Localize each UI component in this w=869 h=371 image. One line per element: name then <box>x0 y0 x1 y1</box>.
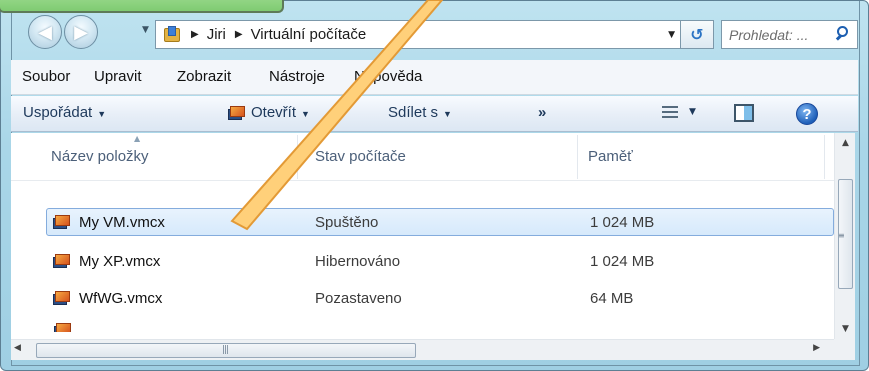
search-placeholder: Prohledat: ... <box>729 26 809 43</box>
vm-state: Spuštěno <box>315 214 379 231</box>
breadcrumb-separator-icon[interactable]: ▶ <box>191 29 199 40</box>
virtual-machine-icon <box>228 106 246 120</box>
file-list: ▲ Název položky Stav počítače Paměť My V… <box>11 133 834 339</box>
refresh-icon: ↺ <box>690 25 704 44</box>
column-header-state[interactable]: Stav počítače <box>315 148 406 165</box>
file-name: WfWG.vmcx <box>79 290 163 307</box>
virtual-machine-icon <box>53 291 71 306</box>
virtual-pc-folder-icon <box>164 26 182 43</box>
file-name: My XP.vmcx <box>79 253 161 270</box>
table-row[interactable]: My XP.vmcx Hibernováno 1 024 MB <box>11 248 834 276</box>
share-button[interactable]: Sdílet s ▼ <box>388 104 452 121</box>
column-header-memory[interactable]: Paměť <box>588 148 633 165</box>
horizontal-scrollbar[interactable]: ◀ ||| ▶ <box>11 339 834 360</box>
navigation-row: ◀ ▶ ▼ ▶ Jiri ▶ Virtuální počítače ▼ ↺ Pr… <box>18 15 858 51</box>
menu-item-help[interactable]: Nápověda <box>354 68 422 85</box>
scroll-right-icon[interactable]: ▶ <box>813 343 820 353</box>
open-label: Otevřít <box>251 104 297 121</box>
table-row[interactable]: WfWG.vmcx Pozastaveno 64 MB <box>11 285 834 313</box>
share-label: Sdílet s <box>388 104 439 121</box>
menu-item-edit[interactable]: Upravit <box>94 68 142 85</box>
open-button[interactable]: Otevřít ▼ <box>251 104 310 121</box>
virtual-machine-icon <box>53 254 71 269</box>
vm-state: Hibernováno <box>315 253 401 270</box>
recent-pages-dropdown[interactable]: ▼ <box>142 25 149 35</box>
scroll-left-icon[interactable]: ◀ <box>14 343 21 353</box>
more-commands-button[interactable]: » <box>538 104 546 121</box>
chevron-down-icon: ▼ <box>301 109 310 119</box>
help-icon[interactable]: ? <box>796 103 818 125</box>
command-bar: Uspořádat ▼ Otevřít ▼ Sdílet s ▼ » ▼ ? <box>11 96 858 132</box>
column-divider[interactable] <box>577 135 578 179</box>
size-grip[interactable] <box>834 339 855 360</box>
virtual-machine-icon <box>53 215 71 230</box>
search-icon[interactable] <box>835 26 851 42</box>
preview-pane-icon[interactable] <box>734 104 754 122</box>
vertical-scrollbar[interactable]: ▲ ≡ ▼ <box>834 133 855 339</box>
grip-icon: ||| <box>222 345 229 355</box>
column-divider[interactable] <box>824 135 825 179</box>
breadcrumb-jiri[interactable]: Jiri <box>207 26 226 43</box>
sort-ascending-icon: ▲ <box>134 134 141 143</box>
column-header-name[interactable]: Název položky <box>51 148 149 165</box>
column-divider[interactable] <box>297 135 298 179</box>
menu-bar: Soubor Upravit Zobrazit Nástroje Nápověd… <box>11 60 858 95</box>
chevron-down-icon[interactable]: ▼ <box>689 107 696 117</box>
change-view-icon[interactable] <box>662 106 678 122</box>
refresh-button[interactable]: ↺ <box>680 20 714 49</box>
grip-icon: ≡ <box>838 231 845 240</box>
horizontal-scroll-thumb[interactable]: ||| <box>36 343 416 358</box>
forward-button[interactable]: ▶ <box>64 15 98 49</box>
vm-memory: 1 024 MB <box>590 214 655 231</box>
breadcrumb-virtual-pcs[interactable]: Virtuální počítače <box>251 26 367 43</box>
chevron-down-icon[interactable]: ▼ <box>668 30 675 40</box>
breadcrumb-separator-icon[interactable]: ▶ <box>235 29 243 40</box>
table-row[interactable]: My VM.vmcx Spuštěno 1 024 MB <box>46 208 834 236</box>
organize-label: Uspořádat <box>23 104 93 121</box>
column-headers: ▲ Název položky Stav počítače Paměť <box>11 133 834 181</box>
file-name: My VM.vmcx <box>79 214 165 231</box>
search-input[interactable]: Prohledat: ... <box>721 20 858 49</box>
forward-arrow-icon: ▶ <box>74 21 88 43</box>
menu-item-view[interactable]: Zobrazit <box>177 68 231 85</box>
vm-memory: 64 MB <box>590 290 634 307</box>
vm-memory: 1 024 MB <box>590 253 655 270</box>
callout-box <box>0 0 284 13</box>
organize-button[interactable]: Uspořádat ▼ <box>23 104 106 121</box>
back-button[interactable]: ◀ <box>28 15 62 49</box>
scroll-down-icon[interactable]: ▼ <box>835 319 856 339</box>
virtual-machine-icon <box>54 323 72 332</box>
chevron-down-icon: ▼ <box>443 109 452 119</box>
menu-item-file[interactable]: Soubor <box>22 68 70 85</box>
menu-item-tools[interactable]: Nástroje <box>269 68 325 85</box>
scroll-up-icon[interactable]: ▲ <box>835 133 856 153</box>
list-item-partially-hidden[interactable] <box>54 322 304 332</box>
vm-state: Pozastaveno <box>315 290 402 307</box>
back-arrow-icon: ◀ <box>38 21 52 43</box>
chevron-down-icon: ▼ <box>97 109 107 119</box>
address-bar[interactable]: ▶ Jiri ▶ Virtuální počítače ▼ <box>155 20 682 49</box>
